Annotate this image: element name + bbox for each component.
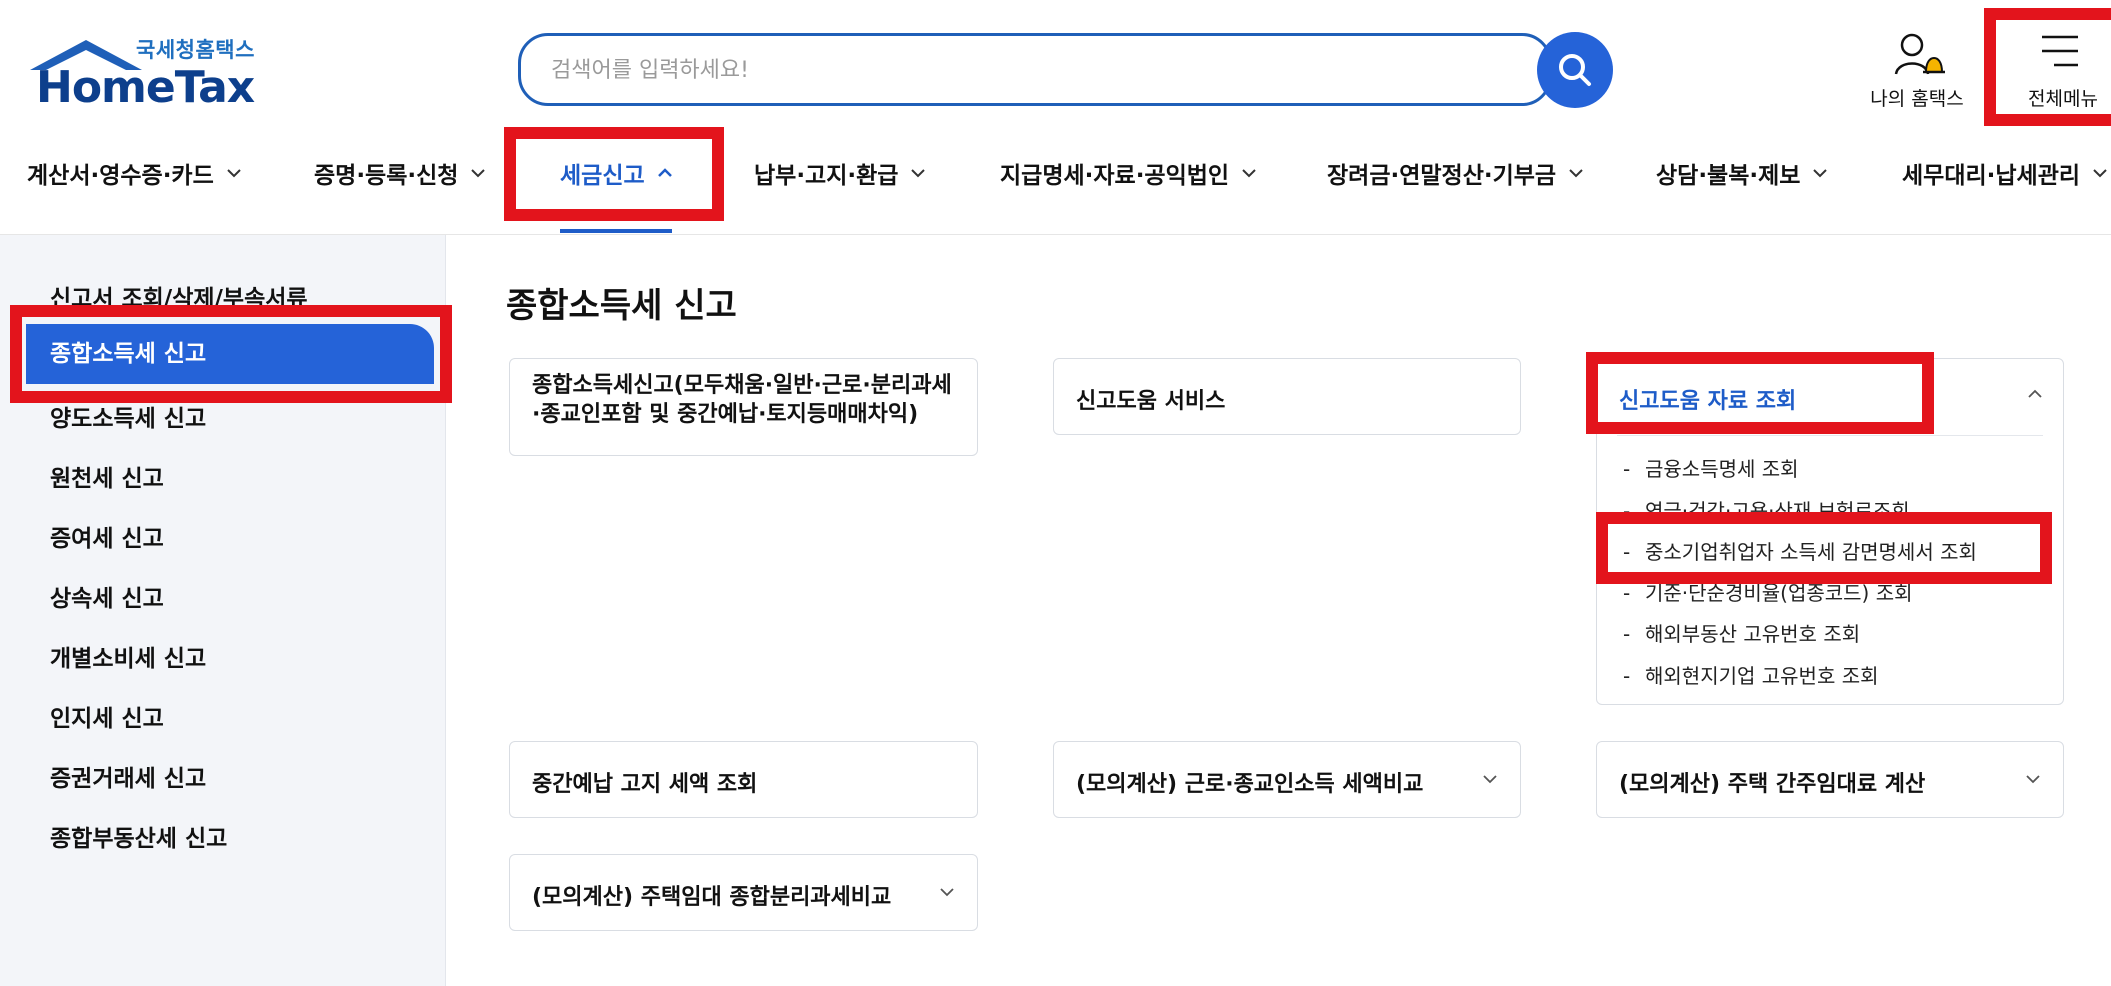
- card-mock-deemed-rent[interactable]: (모의계산) 주택 간주임대료 계산: [1596, 741, 2064, 818]
- sub-item-label: 금융소득명세 조회: [1645, 457, 1799, 481]
- sidebar-item-filing-history[interactable]: 신고서 조회/삭제/부속서류: [50, 279, 308, 313]
- sub-item-expense-rate[interactable]: - 기준·단순경비율(업종코드) 조회: [1623, 577, 1913, 606]
- search-button[interactable]: [1537, 32, 1613, 108]
- card-global-income-tax-filing[interactable]: 종합소득세신고(모두채움·일반·근로·분리과세·종교인포함 및 중간예납·토지등…: [509, 358, 978, 456]
- sidebar-item-real-estate-tax[interactable]: 종합부동산세 신고: [50, 819, 227, 853]
- sidebar-item-global-income-tax[interactable]: 종합소득세 신고: [26, 324, 434, 384]
- chevron-down-icon: [2093, 169, 2107, 178]
- all-menu-label: 전체메뉴: [2028, 88, 2098, 110]
- logo-subtitle: 국세청홈택스: [136, 38, 255, 62]
- logo-title: HomeTax: [36, 62, 255, 113]
- card-label: 신고도움 자료 조회: [1619, 389, 1797, 414]
- chevron-down-icon: [227, 169, 241, 178]
- chevron-down-icon: [1569, 169, 1583, 178]
- user-bell-icon: [1894, 33, 1945, 75]
- sub-item-label: 해외현지기업 고유번호 조회: [1645, 664, 1879, 688]
- sub-item-overseas-property-id[interactable]: - 해외부동산 고유번호 조회: [1623, 618, 1860, 647]
- card-label: 신고도움 서비스: [1076, 389, 1226, 414]
- card-filing-help-data[interactable]: 신고도움 자료 조회 - 금융소득명세 조회 - 연금·건강·고용·산재 보험료조회…: [1596, 358, 2064, 705]
- my-hometax-button[interactable]: 나의 홈택스: [1862, 28, 1972, 112]
- gnb-item-certificate[interactable]: 증명·등록·신청: [314, 126, 486, 220]
- main-navigation: 계산서·영수증·카드 증명·등록·신청 세금신고 납부·고지·환급 지급명세·자…: [0, 126, 2111, 236]
- hamburger-icon: [2042, 35, 2078, 67]
- sub-menu-divider: [1617, 435, 2043, 436]
- search-bar: [518, 33, 1552, 106]
- sidebar-item-securities-tax[interactable]: 증권거래세 신고: [50, 759, 206, 793]
- sidebar-item-gift-tax[interactable]: 증여세 신고: [50, 519, 164, 553]
- sub-item-label: 연금·건강·고용·산재 보험료조회: [1645, 499, 1910, 523]
- card-mock-rental-comparison[interactable]: (모의계산) 주택임대 종합분리과세비교: [509, 854, 978, 931]
- gnb-item-payment[interactable]: 납부·고지·환급: [754, 126, 926, 220]
- my-hometax-label: 나의 홈택스: [1870, 88, 1964, 110]
- gnb-label: 상담·불복·제보: [1656, 163, 1801, 189]
- card-label: (모의계산) 주택 간주임대료 계산: [1619, 772, 1926, 797]
- chevron-down-icon: [2026, 774, 2040, 783]
- gnb-label: 세무대리·납세관리: [1902, 163, 2081, 189]
- card-label: (모의계산) 주택임대 종합분리과세비교: [532, 885, 892, 910]
- chevron-down-icon: [1242, 169, 1256, 178]
- gnb-label: 세금신고: [560, 163, 645, 189]
- gnb-item-payment-statement[interactable]: 지급명세·자료·공익법인: [1000, 126, 1257, 220]
- search-input[interactable]: [549, 36, 1513, 105]
- sidebar-item-consumption-tax[interactable]: 개별소비세 신고: [50, 639, 206, 673]
- card-label: 종합소득세신고(모두채움·일반·근로·분리과세·종교인포함 및 중간예납·토지등…: [532, 373, 952, 427]
- all-menu-button[interactable]: 전체메뉴: [1990, 12, 2111, 126]
- gnb-item-tax-filing[interactable]: 세금신고: [560, 126, 673, 220]
- left-sidebar: 신고서 조회/삭제/부속서류 종합소득세 신고 양도소득세 신고 원천세 신고 …: [0, 235, 446, 986]
- sub-item-sme-tax-reduction[interactable]: - 중소기업취업자 소득세 감면명세서 조회: [1623, 536, 1977, 565]
- sub-item-label: 해외부동산 고유번호 조회: [1645, 622, 1861, 646]
- card-filing-help-service[interactable]: 신고도움 서비스: [1053, 358, 1521, 435]
- hometax-logo[interactable]: 국세청홈택스 HomeTax: [26, 32, 258, 113]
- page-title: 종합소득세 신고: [506, 286, 737, 326]
- gnb-label: 납부·고지·환급: [754, 163, 899, 189]
- gnb-item-consult[interactable]: 상담·불복·제보: [1656, 126, 1828, 220]
- chevron-down-icon: [471, 169, 486, 178]
- gnb-label: 계산서·영수증·카드: [27, 163, 214, 189]
- chevron-down-icon: [1483, 774, 1497, 783]
- chevron-up-icon[interactable]: [2027, 389, 2043, 399]
- card-label: (모의계산) 근로·종교인소득 세액비교: [1076, 772, 1424, 797]
- chevron-down-icon: [940, 887, 954, 896]
- gnb-active-underline: [560, 229, 672, 233]
- gnb-item-tax-agent[interactable]: 세무대리·납세관리: [1902, 126, 2108, 220]
- gnb-item-invoice[interactable]: 계산서·영수증·카드: [27, 126, 242, 220]
- gnb-label: 증명·등록·신청: [314, 163, 459, 189]
- sub-item-label: 중소기업취업자 소득세 감면명세서 조회: [1645, 540, 1977, 564]
- sub-item-overseas-company-id[interactable]: - 해외현지기업 고유번호 조회: [1623, 660, 1879, 689]
- sidebar-item-inheritance-tax[interactable]: 상속세 신고: [50, 579, 164, 613]
- gnb-label: 장려금·연말정산·기부금: [1327, 163, 1557, 189]
- card-label: 중간예납 고지 세액 조회: [532, 772, 758, 797]
- chevron-down-icon: [1813, 169, 1828, 178]
- gnb-label: 지급명세·자료·공익법인: [1000, 163, 1230, 189]
- gnb-item-incentive[interactable]: 장려금·연말정산·기부금: [1327, 126, 1584, 220]
- sub-item-insurance-premium[interactable]: - 연금·건강·고용·산재 보험료조회: [1623, 495, 1910, 524]
- search-icon: [1559, 54, 1591, 86]
- card-interim-prepayment[interactable]: 중간예납 고지 세액 조회: [509, 741, 978, 818]
- sub-item-label: 기준·단순경비율(업종코드) 조회: [1645, 581, 1913, 605]
- sidebar-item-withholding-tax[interactable]: 원천세 신고: [50, 459, 164, 493]
- chevron-down-icon: [911, 169, 926, 178]
- sidebar-item-capital-gains-tax[interactable]: 양도소득세 신고: [50, 399, 206, 433]
- card-mock-labor-income[interactable]: (모의계산) 근로·종교인소득 세액비교: [1053, 741, 1521, 818]
- chevron-up-icon: [657, 168, 672, 177]
- sidebar-item-stamp-tax[interactable]: 인지세 신고: [50, 699, 164, 733]
- sub-item-financial-income[interactable]: - 금융소득명세 조회: [1623, 453, 1799, 482]
